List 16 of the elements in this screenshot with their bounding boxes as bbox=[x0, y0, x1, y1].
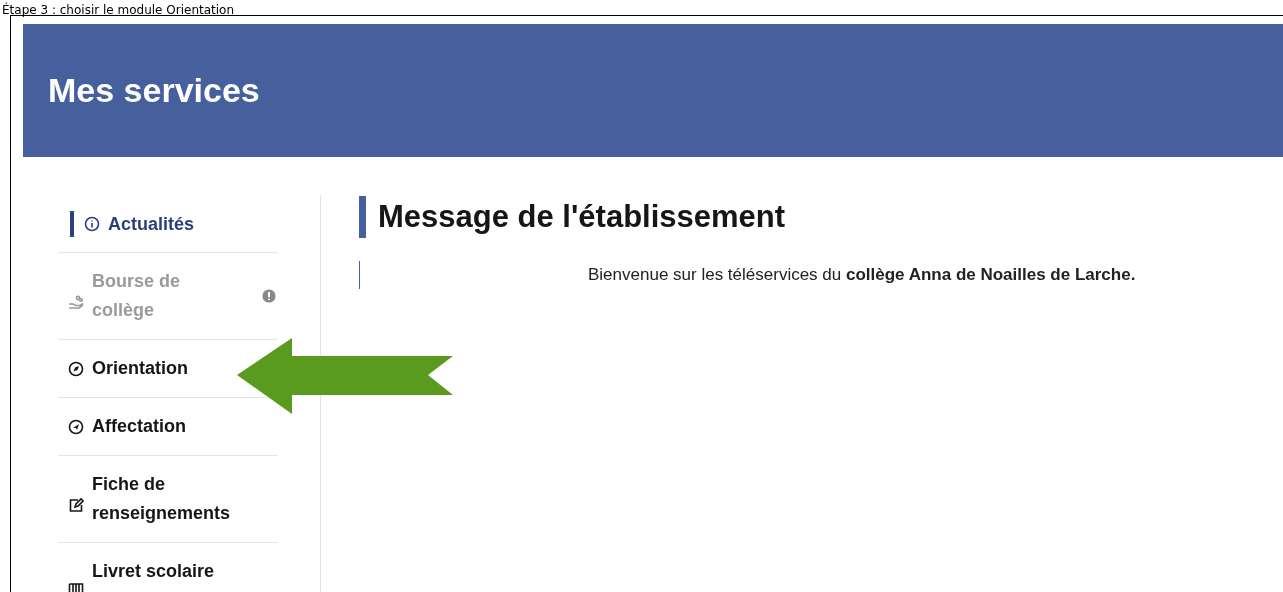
info-icon bbox=[84, 215, 100, 232]
edit-icon bbox=[68, 497, 84, 513]
compass-icon bbox=[68, 418, 84, 435]
hand-coins-icon bbox=[68, 294, 84, 310]
sidebar-item[interactable]: Affectation bbox=[68, 412, 186, 441]
compass-icon bbox=[68, 360, 84, 377]
sidebar-item[interactable]: Actualités bbox=[70, 210, 195, 237]
sidebar-item[interactable]: Orientation bbox=[68, 354, 188, 383]
section-heading: Message de l'établissement bbox=[378, 199, 786, 235]
welcome-message: Bienvenue sur les téléservices du collège Anna de Noailles de Larche. bbox=[588, 265, 1136, 286]
sidebar-item[interactable]: Livret scolaire bbox=[68, 547, 215, 592]
arrow-annotation-icon bbox=[237, 338, 453, 414]
heading-accent-bar bbox=[359, 196, 366, 238]
page-title: Mes services bbox=[48, 71, 260, 110]
sidebar-item[interactable]: Fiche de renseignements bbox=[68, 470, 252, 528]
step-caption: Étape 3 : choisir le module Orientation bbox=[1, 3, 235, 17]
